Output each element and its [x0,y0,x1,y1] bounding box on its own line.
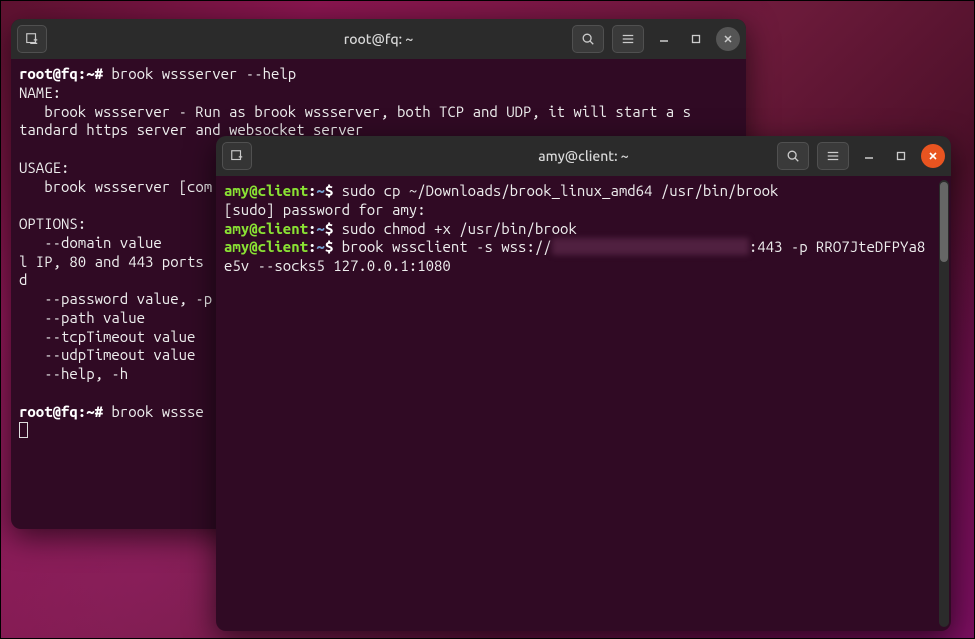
prompt-user: amy@client [224,238,308,255]
redacted-hostname: xxxxxxxxxxxxxxxxxxxxxxx [552,238,749,255]
search-icon [786,149,800,163]
scrollbar[interactable] [939,180,949,627]
new-tab-button[interactable] [222,142,252,170]
close-button[interactable] [716,27,740,51]
prompt-dollar: $ [325,238,342,255]
search-button[interactable] [777,142,809,170]
prompt-path: ~ [316,182,324,199]
maximize-button[interactable] [684,27,708,51]
command-text: sudo chmod +x /usr/bin/brook [342,220,577,237]
scrollbar-thumb[interactable] [940,182,948,262]
prompt-dollar: $ [325,182,342,199]
menu-icon [826,149,840,163]
output-text: [sudo] password for amy: [224,201,426,218]
command-text: e5v --socks5 127.0.0.1:1080 [224,257,451,274]
maximize-button[interactable] [889,144,913,168]
prompt-user: amy@client [224,182,308,199]
command-text: brook wssse [111,403,203,420]
minimize-icon [864,151,874,161]
command-text: sudo cp ~/Downloads/brook_linux_amd64 /u… [342,182,779,199]
menu-button[interactable] [817,142,849,170]
minimize-button[interactable] [857,144,881,168]
new-tab-icon [230,149,244,163]
maximize-icon [691,34,701,44]
titlebar-front: amy@client: ~ [216,136,951,176]
close-icon [723,34,733,44]
command-text: :443 -p RRO7JteDFPYa8 [749,238,925,255]
terminal-body-front[interactable]: amy@client:~$ sudo cp ~/Downloads/brook_… [216,176,951,631]
search-icon [581,32,595,46]
new-tab-button[interactable] [17,25,47,53]
prompt: root@fq:~# [19,403,111,420]
terminal-window-front: amy@client: ~ amy@client:~$ sudo cp ~/Do… [216,136,951,631]
search-button[interactable] [572,25,604,53]
prompt-user: amy@client [224,220,308,237]
menu-button[interactable] [612,25,644,53]
output-text: OPTIONS: --domain value l IP, 80 and 443… [19,215,212,382]
minimize-icon [659,34,669,44]
minimize-button[interactable] [652,27,676,51]
command-text: brook wssclient -s wss:// [342,238,552,255]
maximize-icon [896,151,906,161]
new-tab-icon [25,32,39,46]
cursor [19,422,28,438]
close-icon [928,151,938,161]
prompt-path: ~ [316,220,324,237]
prompt-dollar: $ [325,220,342,237]
menu-icon [621,32,635,46]
prompt-path: ~ [316,238,324,255]
titlebar-back: root@fq: ~ [11,19,746,59]
command-text: brook wssserver --help [111,65,296,82]
prompt: root@fq:~# [19,65,111,82]
close-button[interactable] [921,144,945,168]
